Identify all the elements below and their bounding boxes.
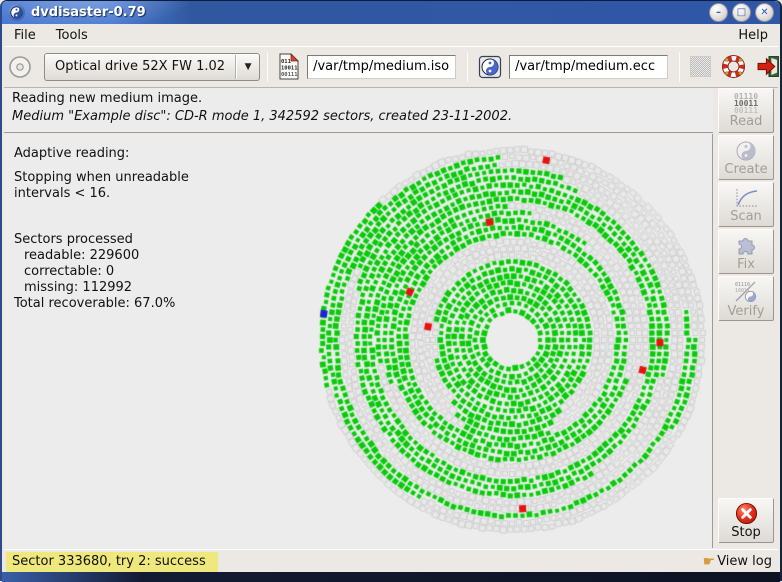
read-button[interactable]: 01110 10011 00111 Read xyxy=(718,88,774,133)
status-line-medium-info: Medium "Example disc": CD-R mode 1, 3425… xyxy=(12,109,705,124)
info-sectors-heading: Sectors processed xyxy=(14,232,244,248)
verify-button[interactable]: 01110 10011 Verify xyxy=(718,276,774,321)
scan-button[interactable]: Scan xyxy=(718,182,774,227)
app-window: dvdisaster-0.79 – □ ✕ File Tools Help Op… xyxy=(0,0,782,581)
disabled-preferences-icon xyxy=(690,56,711,77)
lifesaver-icon xyxy=(721,54,746,79)
menu-tools[interactable]: Tools xyxy=(46,26,98,45)
toolbar: Optical drive 52X FW 1.02 ▼ 011 10011 00… xyxy=(4,46,778,88)
pointing-hand-icon: ☛ xyxy=(703,554,716,570)
status-line-action: Reading new medium image. xyxy=(12,91,705,106)
info-correctable: correctable: 0 xyxy=(14,264,244,280)
scan-button-label: Scan xyxy=(730,210,762,223)
close-button[interactable]: ✕ xyxy=(755,3,774,22)
status-message: Sector 333680, try 2: success xyxy=(6,552,218,572)
chevron-down-icon: ▼ xyxy=(237,62,259,72)
exit-door-icon xyxy=(756,54,781,79)
help-button[interactable] xyxy=(721,54,746,79)
info-stopping-line2: intervals < 16. xyxy=(14,186,244,202)
maximize-button[interactable]: □ xyxy=(732,3,751,22)
quit-button[interactable] xyxy=(756,54,781,79)
create-button-label: Create xyxy=(724,163,767,176)
verify-icon: 01110 10011 xyxy=(733,279,759,304)
drive-selector[interactable]: Optical drive 52X FW 1.02 ▼ xyxy=(44,53,260,81)
title-bar[interactable]: dvdisaster-0.79 – □ ✕ xyxy=(2,1,780,24)
info-readable: readable: 229600 xyxy=(14,248,244,264)
info-stopping-line1: Stopping when unreadable xyxy=(14,170,244,186)
info-panel: Adaptive reading: Stopping when unreadab… xyxy=(14,146,244,312)
create-button[interactable]: Create xyxy=(718,135,774,180)
status-bar: Sector 333680, try 2: success ☛ View log xyxy=(4,549,778,573)
view-log-button[interactable]: ☛ View log xyxy=(703,554,772,570)
app-logo-icon xyxy=(8,4,25,21)
menu-help[interactable]: Help xyxy=(728,26,778,45)
menu-file[interactable]: File xyxy=(4,26,46,45)
info-heading: Adaptive reading: xyxy=(14,146,244,162)
info-total-recoverable: Total recoverable: 67.0% xyxy=(14,296,244,312)
create-yinyang-icon xyxy=(735,140,757,162)
svg-text:011: 011 xyxy=(281,59,292,65)
cd-drive-icon xyxy=(7,54,33,80)
info-missing: missing: 112992 xyxy=(14,280,244,296)
image-path-input[interactable] xyxy=(307,55,456,79)
scan-curve-icon xyxy=(733,187,759,209)
toolbar-separator xyxy=(679,52,680,82)
status-text-area: Reading new medium image. Medium "Exampl… xyxy=(4,88,713,132)
ecc-file-icon xyxy=(478,55,502,79)
menu-bar: File Tools Help xyxy=(4,25,778,46)
preferences-button-disabled[interactable] xyxy=(690,56,711,77)
image-file-icon: 011 10011 00111 xyxy=(278,53,300,80)
svg-text:10011: 10011 xyxy=(281,66,298,72)
stop-button[interactable]: Stop xyxy=(718,498,774,543)
fix-button[interactable]: Fix xyxy=(718,229,774,274)
read-binary-icon: 01110 10011 00111 xyxy=(734,93,758,114)
ecc-path-input[interactable] xyxy=(509,55,668,79)
main-content: Adaptive reading: Stopping when unreadab… xyxy=(4,134,713,548)
info-gap xyxy=(14,202,244,232)
stop-button-label: Stop xyxy=(731,526,761,539)
stop-icon xyxy=(735,502,758,525)
yinyang-logo-icon xyxy=(10,6,23,19)
view-log-label: View log xyxy=(717,554,772,569)
fix-button-label: Fix xyxy=(737,258,755,271)
verify-button-label: Verify xyxy=(728,305,765,318)
drive-selector-value: Optical drive 52X FW 1.02 xyxy=(45,59,235,74)
window-title: dvdisaster-0.79 xyxy=(31,5,705,20)
read-button-label: Read xyxy=(730,115,763,128)
toolbar-separator xyxy=(267,52,268,82)
toolbar-separator xyxy=(467,52,468,82)
svg-text:00111: 00111 xyxy=(281,72,298,78)
minimize-button[interactable]: – xyxy=(709,3,728,22)
action-sidebar: 01110 10011 00111 Read Create Scan xyxy=(715,88,777,545)
fix-puzzle-icon xyxy=(734,233,758,257)
